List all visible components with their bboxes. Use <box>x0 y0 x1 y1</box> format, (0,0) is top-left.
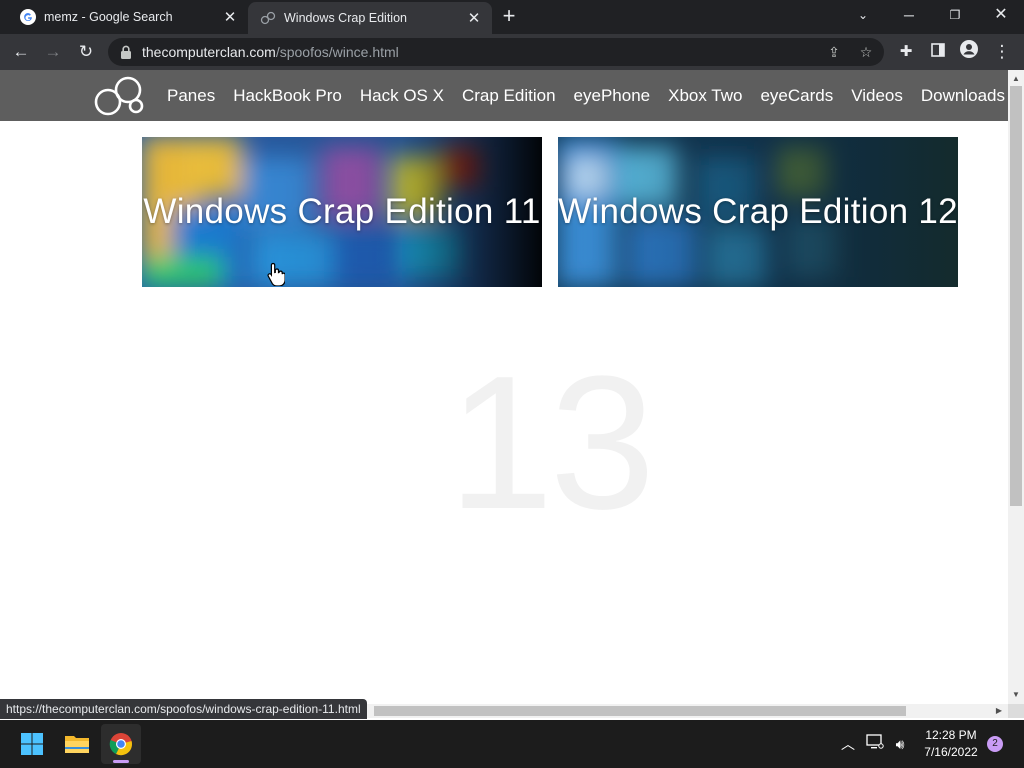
close-tab-icon[interactable]: ✕ <box>220 8 240 26</box>
reload-button[interactable]: ↻ <box>74 40 98 64</box>
lock-icon <box>121 45 131 59</box>
watermark-number: 13 <box>448 337 655 549</box>
profile-avatar-icon[interactable] <box>957 40 981 64</box>
chrome-icon <box>109 733 132 756</box>
file-explorer-button[interactable] <box>57 724 97 764</box>
windows-start-icon <box>21 733 43 755</box>
tab-title: memz - Google Search <box>44 10 173 24</box>
site-logo-icon <box>260 11 276 25</box>
start-button[interactable] <box>12 724 52 764</box>
horizontal-scroll-thumb[interactable] <box>374 706 906 716</box>
site-nav-bar: Panes HackBook Pro Hack OS X Crap Editio… <box>0 70 1008 121</box>
nav-link-eyecards[interactable]: eyeCards <box>751 86 842 106</box>
url-path: /spoofos/wince.html <box>275 44 399 60</box>
nav-link-eyephone[interactable]: eyePhone <box>565 86 660 106</box>
tab-title: Windows Crap Edition <box>284 11 407 25</box>
file-explorer-icon <box>65 736 89 753</box>
minimize-button[interactable]: ─ <box>886 0 932 30</box>
address-bar[interactable]: thecomputerclan.com/spoofos/wince.html ⇪… <box>108 38 884 66</box>
card-title: Windows Crap Edition 12 <box>558 192 958 231</box>
nav-link-crap-edition[interactable]: Crap Edition <box>453 86 565 106</box>
tab-google-search[interactable]: memz - Google Search ✕ <box>8 0 248 34</box>
active-app-indicator <box>113 760 129 763</box>
chrome-taskbar-button[interactable] <box>101 724 141 764</box>
restore-button[interactable]: ❐ <box>932 0 978 30</box>
bookmark-star-icon[interactable]: ☆ <box>856 42 876 62</box>
scroll-up-arrow-icon[interactable]: ▲ <box>1008 72 1024 86</box>
extensions-puzzle-icon[interactable]: ✚ <box>894 40 918 64</box>
nav-link-hackbook-pro[interactable]: HackBook Pro <box>224 86 351 106</box>
hand-pointer-cursor-icon <box>267 262 285 286</box>
browser-toolbar: ← → ↻ thecomputerclan.com/spoofos/wince.… <box>0 34 1024 70</box>
tab-windows-crap-edition[interactable]: Windows Crap Edition ✕ <box>248 2 492 34</box>
url-host: thecomputerclan.com <box>142 44 276 60</box>
tab-search-icon[interactable]: ⌄ <box>840 0 886 30</box>
url-text: thecomputerclan.com/spoofos/wince.html <box>142 44 399 60</box>
clock-time: 12:28 PM <box>925 728 977 742</box>
new-tab-button[interactable]: + <box>498 5 520 27</box>
link-status-bubble: https://thecomputerclan.com/spoofos/wind… <box>0 699 367 719</box>
nav-link-videos[interactable]: Videos <box>842 86 912 106</box>
nav-link-hack-os-x[interactable]: Hack OS X <box>351 86 453 106</box>
nav-link-xbox-two[interactable]: Xbox Two <box>659 86 751 106</box>
web-page: Panes HackBook Pro Hack OS X Crap Editio… <box>0 70 1008 704</box>
close-tab-icon[interactable]: ✕ <box>464 9 484 27</box>
scroll-right-arrow-icon[interactable]: ▶ <box>992 704 1006 718</box>
scrollbar-corner <box>1008 704 1024 718</box>
nav-link-panes[interactable]: Panes <box>158 86 224 106</box>
share-icon[interactable]: ⇪ <box>824 42 844 62</box>
clock-date: 7/16/2022 <box>924 745 978 759</box>
card-windows-crap-edition-11[interactable]: Windows Crap Edition 11 <box>142 137 542 287</box>
scroll-down-arrow-icon[interactable]: ▼ <box>1008 688 1024 702</box>
close-window-button[interactable]: ✕ <box>978 0 1024 30</box>
card-windows-crap-edition-12[interactable]: Windows Crap Edition 12 <box>558 137 958 287</box>
show-hidden-icons-chevron-icon[interactable]: ︿ <box>838 734 858 754</box>
back-button[interactable]: ← <box>9 40 33 64</box>
vertical-scroll-thumb[interactable] <box>1010 86 1022 506</box>
forward-button[interactable]: → <box>41 40 65 64</box>
volume-icon[interactable]: 🔊︎ <box>890 734 910 754</box>
network-icon[interactable] <box>865 734 885 754</box>
side-panel-icon[interactable] <box>926 40 950 64</box>
more-menu-icon[interactable]: ⋮ <box>990 40 1014 64</box>
site-logo[interactable] <box>92 76 148 116</box>
tab-strip: memz - Google Search ✕ Windows Crap Edit… <box>0 0 1024 34</box>
system-clock[interactable]: 12:28 PM 7/16/2022 <box>916 727 986 761</box>
site-nav-links: Panes HackBook Pro Hack OS X Crap Editio… <box>158 70 1008 121</box>
card-title: Windows Crap Edition 11 <box>143 192 541 231</box>
nav-link-downloads[interactable]: Downloads <box>912 86 1008 106</box>
notification-badge[interactable]: 2 <box>987 736 1003 752</box>
google-icon <box>20 9 36 25</box>
